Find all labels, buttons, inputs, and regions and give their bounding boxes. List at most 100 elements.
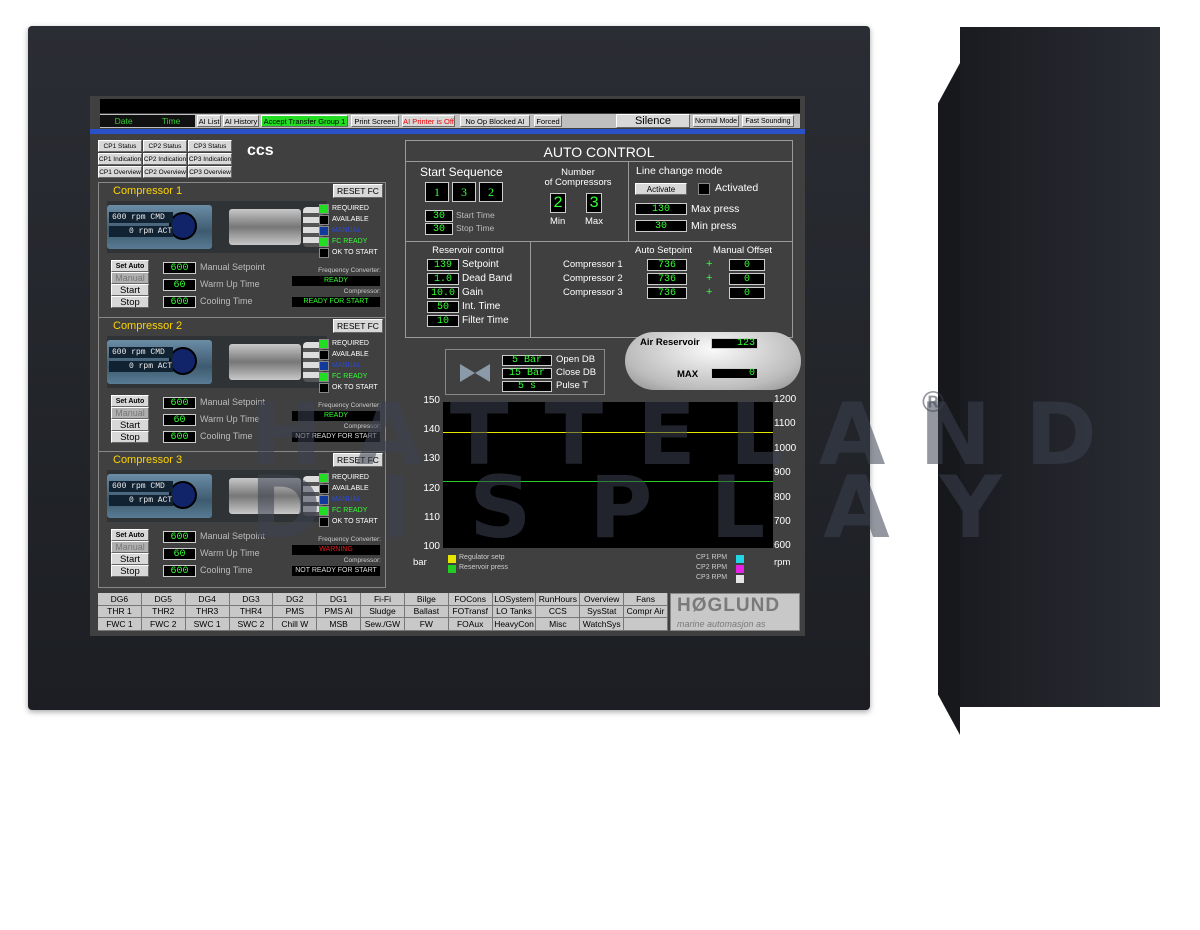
stop-button[interactable]: Stop bbox=[111, 565, 149, 577]
start-button[interactable]: Start bbox=[111, 284, 149, 296]
manual-setpoint-value[interactable]: 600 bbox=[163, 262, 196, 274]
nav-thr-1-button[interactable]: THR 1 bbox=[98, 605, 142, 619]
nav-bilge-button[interactable]: Bilge bbox=[404, 593, 449, 606]
activated-checkbox[interactable] bbox=[698, 183, 710, 195]
reservoir-3-value[interactable]: 50 bbox=[427, 301, 459, 313]
print-screen-button[interactable]: Print Screen bbox=[351, 115, 399, 127]
offset-2-value[interactable]: 0 bbox=[729, 287, 765, 299]
reservoir-0-value[interactable]: 139 bbox=[427, 259, 459, 271]
nav-foaux-button[interactable]: FOAux bbox=[448, 618, 493, 631]
set-auto-button[interactable]: Set Auto bbox=[111, 395, 149, 407]
stop-button[interactable]: Stop bbox=[111, 296, 149, 308]
nav-watchsys-button[interactable]: WatchSys bbox=[580, 618, 625, 631]
nav-thr3-button[interactable]: THR3 bbox=[185, 605, 230, 619]
stop-time-value[interactable]: 30 bbox=[425, 223, 453, 235]
nav-pms-button[interactable]: PMS bbox=[273, 605, 318, 619]
cp2-indication-button[interactable]: CP2 Indication bbox=[143, 153, 187, 165]
cp1-status-button[interactable]: CP1 Status bbox=[98, 140, 142, 152]
no-op-blocked-button[interactable]: No Op Blocked AI bbox=[460, 115, 530, 127]
start-button[interactable]: Start bbox=[111, 419, 149, 431]
reservoir-4-value[interactable]: 10 bbox=[427, 315, 459, 327]
normal-mode-button[interactable]: Normal Mode bbox=[693, 115, 739, 127]
nav-focons-button[interactable]: FOCons bbox=[448, 593, 493, 606]
nav-dg6-button[interactable]: DG6 bbox=[98, 593, 142, 606]
nav-dg1-button[interactable]: DG1 bbox=[317, 593, 362, 606]
setpoint-1-value[interactable]: 736 bbox=[647, 273, 687, 285]
open-db-value[interactable]: 5 Bar bbox=[502, 355, 552, 366]
forced-button[interactable]: Forced bbox=[534, 115, 562, 127]
nav-dg3-button[interactable]: DG3 bbox=[229, 593, 274, 606]
cp3-status-button[interactable]: CP3 Status bbox=[188, 140, 232, 152]
cp1-overview-button[interactable]: CP1 Overview bbox=[98, 166, 142, 178]
warm-up-value[interactable]: 60 bbox=[163, 548, 196, 560]
manual-button[interactable]: Manual bbox=[111, 272, 149, 284]
reservoir-1-value[interactable]: 1.0 bbox=[427, 273, 459, 285]
offset-1-value[interactable]: 0 bbox=[729, 273, 765, 285]
manual-setpoint-value[interactable]: 600 bbox=[163, 531, 196, 543]
valve-icon[interactable] bbox=[458, 361, 492, 385]
silence-button[interactable]: Silence bbox=[616, 114, 690, 128]
cooling-value[interactable]: 600 bbox=[163, 565, 196, 577]
ai-history-button[interactable]: AI History bbox=[223, 115, 259, 127]
cooling-value[interactable]: 600 bbox=[163, 296, 196, 308]
cooling-value[interactable]: 600 bbox=[163, 431, 196, 443]
nav-misc-button[interactable]: Misc bbox=[536, 618, 581, 631]
reservoir-2-value[interactable]: 10.0 bbox=[427, 287, 459, 299]
manual-button[interactable]: Manual bbox=[111, 541, 149, 553]
manual-setpoint-value[interactable]: 600 bbox=[163, 397, 196, 409]
nav-losystem-button[interactable]: LOSystem bbox=[492, 593, 537, 606]
nav-dg5-button[interactable]: DG5 bbox=[141, 593, 186, 606]
nav-pms-ai-button[interactable]: PMS AI bbox=[317, 605, 362, 619]
nav-sludge-button[interactable]: Sludge bbox=[361, 605, 405, 619]
nav-runhours-button[interactable]: RunHours bbox=[536, 593, 581, 606]
sequence-slot-1[interactable]: 1 bbox=[425, 182, 449, 202]
cp3-indication-button[interactable]: CP3 Indication bbox=[188, 153, 232, 165]
printer-off-button[interactable]: AI Printer is Off bbox=[402, 115, 455, 127]
nav-lo-tanks-button[interactable]: LO Tanks bbox=[492, 605, 537, 619]
nav-dg2-button[interactable]: DG2 bbox=[273, 593, 318, 606]
close-db-value[interactable]: 15 Bar bbox=[502, 368, 552, 379]
start-button[interactable]: Start bbox=[111, 553, 149, 565]
cp1-indication-button[interactable]: CP1 Indication bbox=[98, 153, 142, 165]
accept-transfer-button[interactable]: Accept Transfer Group 1 bbox=[261, 115, 348, 127]
ai-list-button[interactable]: AI List bbox=[197, 115, 221, 127]
manual-button[interactable]: Manual bbox=[111, 407, 149, 419]
nav-overview-button[interactable]: Overview bbox=[580, 593, 625, 606]
nav-ccs-button[interactable]: CCS bbox=[536, 605, 581, 619]
nav-ballast-button[interactable]: Ballast bbox=[404, 605, 449, 619]
start-time-value[interactable]: 30 bbox=[425, 210, 453, 222]
offset-0-value[interactable]: 0 bbox=[729, 259, 765, 271]
nav-chill-w-button[interactable]: Chill W bbox=[273, 618, 318, 631]
nav-swc-2-button[interactable]: SWC 2 bbox=[229, 618, 274, 631]
fast-sounding-button[interactable]: Fast Sounding bbox=[742, 115, 794, 127]
stop-button[interactable]: Stop bbox=[111, 431, 149, 443]
reset-fc-button[interactable]: RESET FC bbox=[333, 184, 383, 198]
max-compressors-value[interactable]: 3 bbox=[586, 193, 602, 213]
nav-thr2-button[interactable]: THR2 bbox=[141, 605, 186, 619]
max-press-value[interactable]: 130 bbox=[635, 203, 687, 215]
nav-swc-1-button[interactable]: SWC 1 bbox=[185, 618, 230, 631]
nav-sysstat-button[interactable]: SysStat bbox=[580, 605, 625, 619]
warm-up-value[interactable]: 60 bbox=[163, 279, 196, 291]
setpoint-2-value[interactable]: 736 bbox=[647, 287, 687, 299]
nav-thr4-button[interactable]: THR4 bbox=[229, 605, 274, 619]
nav-dg4-button[interactable]: DG4 bbox=[185, 593, 230, 606]
nav-sew-gw-button[interactable]: Sew./GW bbox=[361, 618, 405, 631]
nav-fotransf-button[interactable]: FOTransf bbox=[448, 605, 493, 619]
min-compressors-value[interactable]: 2 bbox=[550, 193, 566, 213]
setpoint-0-value[interactable]: 736 bbox=[647, 259, 687, 271]
nav-fwc-1-button[interactable]: FWC 1 bbox=[98, 618, 142, 631]
cp2-status-button[interactable]: CP2 Status bbox=[143, 140, 187, 152]
set-auto-button[interactable]: Set Auto bbox=[111, 529, 149, 541]
activate-button[interactable]: Activate bbox=[635, 183, 687, 195]
cp3-overview-button[interactable]: CP3 Overview bbox=[188, 166, 232, 178]
sequence-slot-2[interactable]: 3 bbox=[452, 182, 476, 202]
cp2-overview-button[interactable]: CP2 Overview bbox=[143, 166, 187, 178]
nav-heavycon-button[interactable]: HeavyCon bbox=[492, 618, 537, 631]
nav-compr-air-button[interactable]: Compr Air bbox=[624, 605, 668, 619]
nav-fw-button[interactable]: FW bbox=[404, 618, 449, 631]
warm-up-value[interactable]: 60 bbox=[163, 414, 196, 426]
nav-fwc-2-button[interactable]: FWC 2 bbox=[141, 618, 186, 631]
set-auto-button[interactable]: Set Auto bbox=[111, 260, 149, 272]
reset-fc-button[interactable]: RESET FC bbox=[333, 319, 383, 333]
